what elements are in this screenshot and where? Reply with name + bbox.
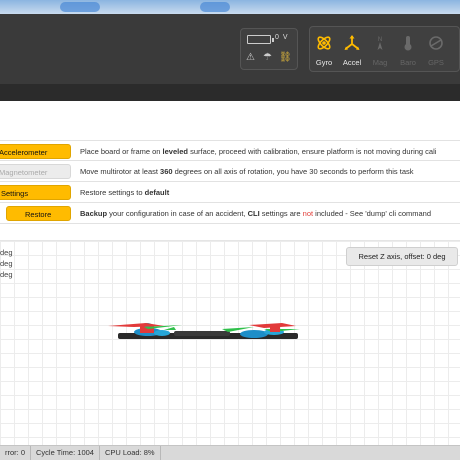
sensor-label: GPS <box>428 58 444 67</box>
cycle-time: Cycle Time: 1004 <box>31 446 100 460</box>
calibration-row-mag: Magnetometer Move multirotor at least 36… <box>0 161 460 182</box>
status-panel: 0 V ⚠ ☂ ⛓ <box>240 28 298 70</box>
link-icon: ⛓ <box>279 52 292 63</box>
gyro-icon <box>313 32 335 54</box>
sensor-baro: Baro <box>394 27 422 71</box>
gps-icon <box>425 32 447 54</box>
restore-description: Backup your configuration in case of an … <box>80 209 432 218</box>
settings-description: Restore settings to default <box>80 188 170 197</box>
parachute-icon: ☂ <box>263 52 272 63</box>
sensor-label: Baro <box>400 58 416 67</box>
i2c-error-count: rror: 0 <box>0 446 32 460</box>
compass-icon: N <box>369 32 391 54</box>
mag-description: Move multirotor at least 360 degrees on … <box>80 167 414 176</box>
cloud-decoration <box>200 2 230 12</box>
cloud-decoration <box>60 2 100 12</box>
sensor-mag: N Mag <box>366 27 394 71</box>
calibrate-magnetometer-button[interactable]: Magnetometer <box>0 164 71 179</box>
reset-z-axis-button[interactable]: Reset Z axis, offset: 0 deg <box>346 247 458 266</box>
pitch-deg: deg <box>0 259 13 268</box>
sensor-label: Gyro <box>315 58 333 67</box>
model-3d-view[interactable]: deg deg deg Reset Z axis, offset: 0 deg <box>0 240 460 445</box>
sensor-gps: GPS <box>422 27 450 71</box>
restore-button[interactable]: Restore <box>6 206 71 221</box>
calibrate-accelerometer-button[interactable]: Accelerometer <box>0 144 71 159</box>
status-footer: rror: 0 Cycle Time: 1004 CPU Load: 8% <box>0 445 460 460</box>
baro-icon <box>397 32 419 54</box>
reset-settings-button[interactable]: Settings <box>0 185 71 200</box>
quadcopter-model <box>108 323 300 339</box>
attitude-readout: deg deg deg <box>0 247 13 280</box>
warning-icon: ⚠ <box>246 52 255 63</box>
roll-deg: deg <box>0 248 13 257</box>
sensor-label: Accel <box>342 58 362 67</box>
sensor-status-bar: Gyro Accel N Mag Baro GPS <box>309 26 460 72</box>
background-sky <box>0 0 460 14</box>
accel-icon <box>341 32 363 54</box>
accel-description: Place board or frame on leveled surface,… <box>80 147 437 156</box>
sensor-gyro: Gyro <box>310 27 338 71</box>
header-subbar <box>0 84 460 101</box>
battery-icon <box>247 35 274 44</box>
calibration-row-restore: Restore Backup your configuration in cas… <box>0 203 460 224</box>
sensor-accel: Accel <box>338 27 366 71</box>
yaw-deg: deg <box>0 270 13 279</box>
calibration-table: Accelerometer Place board or frame on le… <box>0 140 460 224</box>
sensor-label: Mag <box>372 58 388 67</box>
calibration-row-accel: Accelerometer Place board or frame on le… <box>0 140 460 161</box>
battery-voltage: 0 V <box>275 34 289 41</box>
calibration-row-settings: Settings Restore settings to default <box>0 182 460 203</box>
cpu-load: CPU Load: 8% <box>100 446 161 460</box>
